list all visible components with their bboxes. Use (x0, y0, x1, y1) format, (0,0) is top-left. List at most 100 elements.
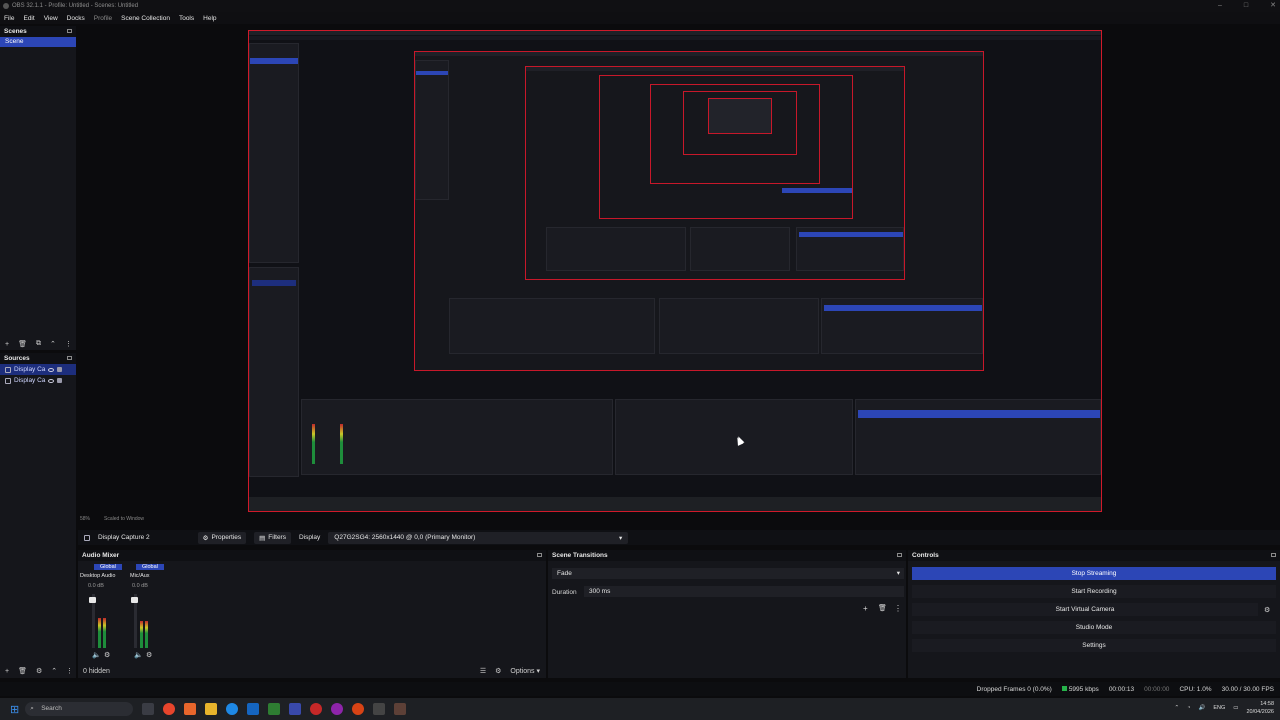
monitor-icon (5, 366, 11, 373)
preview-scale-mode[interactable]: Scaled to Window (104, 516, 144, 524)
move-up-icon[interactable]: ⌃ (50, 340, 56, 348)
remove-scene-icon[interactable]: 🗑 (18, 340, 27, 348)
menu-profile[interactable]: Profile (94, 15, 112, 22)
menu-docks[interactable]: Docks (67, 15, 85, 22)
mic-aux-label[interactable]: Mic/Aux (130, 573, 150, 579)
app-icon[interactable] (352, 703, 365, 715)
maximize-button[interactable]: □ (1244, 0, 1248, 12)
settings-button[interactable]: Settings (912, 639, 1276, 652)
list-icon[interactable]: ☰ (480, 667, 486, 675)
undock-icon[interactable] (1271, 553, 1276, 557)
options-button[interactable]: Options ▾ (510, 667, 540, 675)
outlook-icon[interactable] (247, 703, 260, 715)
start-virtual-camera-button[interactable]: Start Virtual Camera (912, 603, 1258, 616)
nested-audio-panel (301, 399, 613, 475)
nested-preview-6 (708, 98, 772, 134)
remove-transition-icon[interactable]: 🗑 (878, 604, 887, 612)
hidden-count: 0 hidden (83, 667, 110, 675)
undock-icon[interactable] (897, 553, 902, 557)
source-item[interactable]: Display Ca (0, 375, 76, 386)
display-select[interactable]: Q27G2SG4: 2560x1440 @ 0,0 (Primary Monit… (328, 531, 629, 544)
visibility-icon[interactable] (48, 378, 55, 383)
notification-icon[interactable]: ▭ (1233, 705, 1238, 711)
speaker-icon[interactable]: 🔈 (134, 651, 143, 659)
speaker-icon[interactable]: 🔈 (92, 651, 101, 659)
lock-icon[interactable] (57, 378, 63, 383)
duration-spinbox[interactable]: 300 ms (584, 586, 904, 597)
dropped-frames: Dropped Frames 0 (0.0%) (976, 685, 1052, 693)
stop-streaming-button[interactable]: Stop Streaming (912, 567, 1276, 580)
chrome-icon[interactable] (163, 703, 176, 715)
filters-button[interactable]: ▤ Filters (254, 531, 291, 544)
close-button[interactable]: ✕ (1270, 0, 1276, 12)
network-icon[interactable]: ◔ (1187, 705, 1190, 711)
firefox-icon[interactable] (184, 703, 197, 715)
edge-icon[interactable] (226, 703, 239, 715)
mic-aux-fader-knob[interactable] (131, 597, 138, 603)
preview-status-strip: 58% Scaled to Window (80, 516, 280, 524)
nested-taskbar (249, 497, 1101, 511)
virtual-camera-settings-icon[interactable]: ⚙ (1264, 606, 1270, 614)
source-item[interactable]: Display Ca (0, 364, 76, 375)
menu-bar: File Edit View Docks Profile Scene Colle… (0, 12, 1280, 24)
add-transition-icon[interactable]: + (863, 604, 868, 613)
add-scene-icon[interactable]: + (5, 341, 9, 348)
more-icon[interactable]: ⋮ (894, 604, 902, 613)
nested-title-bar (249, 31, 1101, 35)
windows-start-icon[interactable]: ⊞ (10, 703, 19, 716)
menu-help[interactable]: Help (203, 15, 216, 22)
obs-app-icon (3, 3, 9, 9)
gear-icon[interactable]: ⚙ (146, 651, 152, 659)
excel-icon[interactable] (268, 703, 281, 715)
preview-canvas[interactable] (248, 30, 1102, 512)
status-bar: Dropped Frames 0 (0.0%) 5995 kbps 00:00:… (0, 682, 1280, 696)
menu-tools[interactable]: Tools (179, 15, 194, 22)
scene-transitions-title: Scene Transitions (548, 550, 906, 561)
taskbar-search[interactable]: ⌕ Search (25, 702, 134, 716)
audio-toolbar: 0 hidden ☰ ⚙ Options ▾ (0, 666, 546, 676)
app-icon[interactable] (331, 703, 344, 715)
preview-zoom[interactable]: 58% (80, 516, 90, 524)
undock-icon[interactable] (67, 356, 72, 360)
desktop-audio-meter (103, 618, 106, 648)
gear-icon[interactable]: ⚙ (104, 651, 110, 659)
minimize-button[interactable]: – (1218, 0, 1222, 12)
scene-filter-icon[interactable]: ⧉ (36, 340, 41, 348)
app-icon[interactable] (310, 703, 323, 715)
studio-mode-button[interactable]: Studio Mode (912, 621, 1276, 634)
menu-scene-collection[interactable]: Scene Collection (121, 15, 170, 22)
visibility-icon[interactable] (48, 367, 55, 372)
clock[interactable]: 14:58 20/04/2026 (1246, 700, 1274, 716)
task-view-icon[interactable] (142, 703, 155, 715)
windows-taskbar: ⊞ ⌕ Search ⌃ ◔ 🔊 ENG ▭ 14:58 20/04/2026 (0, 698, 1280, 720)
scenes-title: Scenes (0, 26, 76, 37)
file-explorer-icon[interactable] (205, 703, 218, 715)
fps-readout: 30.00 / 30.00 FPS (1221, 685, 1274, 693)
app-icon[interactable] (394, 703, 407, 715)
menu-view[interactable]: View (44, 15, 58, 22)
more-icon[interactable]: ⋮ (65, 340, 72, 348)
gear-icon[interactable]: ⚙ (495, 667, 501, 675)
menu-edit[interactable]: Edit (23, 15, 34, 22)
desktop-audio-meter (98, 618, 101, 648)
mic-aux-db: 0.0 dB (132, 583, 148, 589)
scene-item[interactable]: Scene (0, 37, 76, 47)
lock-icon[interactable] (57, 367, 63, 372)
desktop-audio-label[interactable]: Desktop Audio (80, 573, 115, 579)
language-indicator[interactable]: ENG (1213, 705, 1225, 711)
display-label: Display (298, 534, 321, 541)
undock-icon[interactable] (67, 29, 72, 33)
source-toolbar: Display Capture 2 ⚙ Properties ▤ Filters D… (78, 530, 1280, 545)
menu-file[interactable]: File (4, 15, 14, 22)
nested-menu-bar (249, 36, 1101, 40)
undock-icon[interactable] (537, 553, 542, 557)
properties-button[interactable]: ⚙ Properties (197, 531, 247, 544)
volume-icon[interactable]: 🔊 (1198, 705, 1205, 711)
chevron-up-icon[interactable]: ⌃ (1175, 705, 1180, 711)
transition-select[interactable]: Fade ▾ (552, 568, 904, 579)
obs-taskbar-icon[interactable] (373, 703, 386, 715)
sources-dock: Sources Display Ca Display Ca (0, 353, 76, 678)
app-icon[interactable] (289, 703, 302, 715)
desktop-audio-fader-knob[interactable] (89, 597, 96, 603)
start-recording-button[interactable]: Start Recording (912, 585, 1276, 598)
